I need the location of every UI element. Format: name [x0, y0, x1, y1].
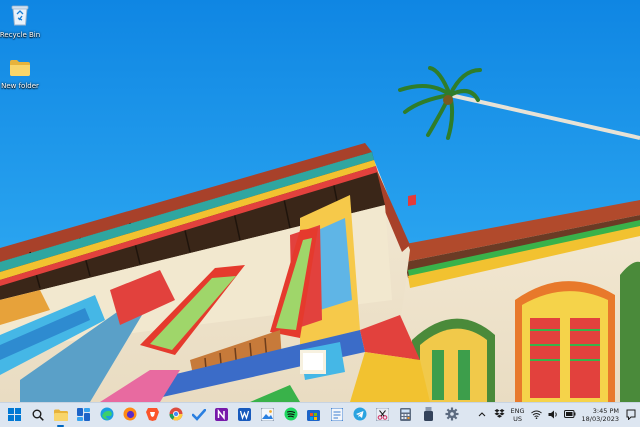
file-explorer-button[interactable] — [51, 406, 70, 427]
edge-icon — [100, 406, 114, 425]
notification-center-button[interactable] — [625, 409, 636, 422]
notepad-button[interactable] — [327, 406, 346, 425]
telegram-button[interactable] — [350, 406, 369, 425]
settings-button[interactable] — [442, 406, 461, 425]
store-icon — [307, 406, 320, 425]
microsoft-store-button[interactable] — [304, 406, 323, 425]
clock-time: 3:45 PM — [592, 407, 619, 415]
usb-icon — [423, 406, 434, 425]
telegram-icon — [353, 406, 367, 425]
input-language-indicator[interactable]: ENG US — [511, 407, 525, 423]
chrome-button[interactable] — [166, 406, 185, 425]
dropbox-tray-button[interactable] — [494, 409, 505, 421]
calculator-button[interactable] — [396, 406, 415, 425]
brave-icon — [146, 406, 159, 425]
spotify-button[interactable] — [281, 406, 300, 425]
widgets-button[interactable] — [74, 406, 93, 425]
dropbox-icon — [494, 409, 505, 421]
taskbar: ENG US 3:45 PM 18/03/2023 — [0, 402, 640, 427]
clock-date: 18/03/2023 — [581, 415, 619, 423]
chevron-up-icon — [478, 411, 486, 419]
battery-icon — [564, 410, 576, 420]
windows-logo-icon — [8, 406, 21, 425]
snipping-tool-button[interactable] — [373, 406, 392, 425]
recycle-bin-shortcut[interactable]: Recycle Bin — [0, 4, 46, 40]
word-icon — [238, 406, 251, 425]
spotify-icon — [284, 406, 298, 425]
battery-tray-button[interactable] — [564, 410, 576, 421]
volume-icon — [548, 410, 559, 421]
desktop-wallpaper — [0, 0, 640, 402]
recycle-bin-icon — [0, 4, 46, 29]
volume-tray-button[interactable] — [548, 410, 559, 421]
usb-button[interactable] — [419, 406, 438, 425]
system-tray: ENG US 3:45 PM 18/03/2023 — [477, 403, 636, 427]
chrome-icon — [169, 406, 183, 425]
new-folder-label: New folder — [1, 82, 39, 90]
photos-button[interactable] — [258, 406, 277, 425]
firefox-icon — [123, 406, 137, 425]
clock[interactable]: 3:45 PM 18/03/2023 — [582, 407, 619, 423]
edge-button[interactable] — [97, 406, 116, 425]
new-folder-shortcut[interactable]: New folder — [0, 59, 46, 91]
folder-icon — [0, 59, 46, 80]
firefox-button[interactable] — [120, 406, 139, 425]
notepad-icon — [330, 406, 343, 425]
start-button[interactable] — [5, 406, 24, 425]
gear-icon — [445, 406, 459, 425]
taskbar-apps — [5, 403, 461, 427]
folder-icon — [53, 406, 68, 425]
brave-button[interactable] — [143, 406, 162, 425]
onenote-button[interactable] — [212, 406, 231, 425]
recycle-bin-label: Recycle Bin — [0, 31, 41, 39]
wifi-icon — [530, 410, 542, 421]
checkmark-icon — [191, 406, 206, 425]
show-hidden-icons-button[interactable] — [477, 410, 488, 421]
search-icon — [32, 406, 44, 425]
language-code: ENG — [510, 407, 525, 415]
onenote-icon — [215, 406, 228, 425]
scissors-icon — [375, 406, 390, 425]
word-button[interactable] — [235, 406, 254, 425]
photos-icon — [260, 406, 275, 425]
search-button[interactable] — [28, 406, 47, 425]
calculator-icon — [400, 406, 411, 425]
todo-button[interactable] — [189, 406, 208, 425]
wifi-tray-button[interactable] — [530, 410, 542, 421]
widgets-icon — [77, 406, 90, 425]
notification-icon — [626, 409, 636, 422]
keyboard-layout: US — [513, 415, 522, 423]
